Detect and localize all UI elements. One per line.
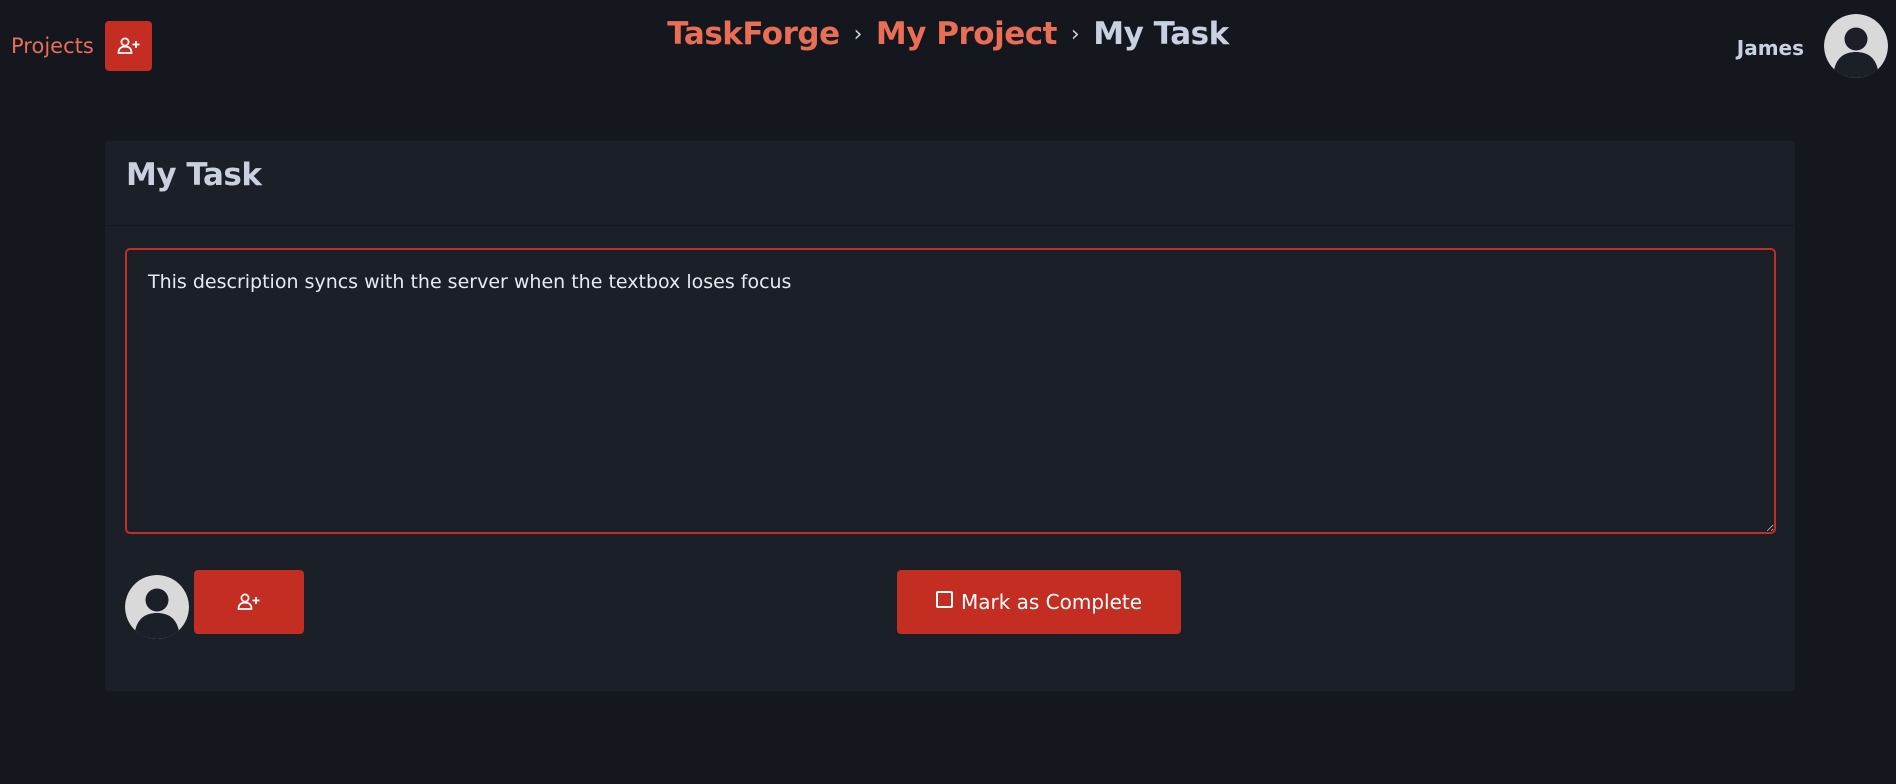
- user-plus-icon: [237, 593, 260, 610]
- breadcrumb-separator: ›: [853, 21, 863, 47]
- checkbox-empty-icon: [935, 590, 953, 608]
- user-avatar-icon: [125, 575, 189, 639]
- breadcrumb: TaskForge › My Project › My Task: [0, 16, 1896, 52]
- task-title: My Task: [126, 157, 262, 193]
- breadcrumb-project-link[interactable]: My Project: [876, 16, 1058, 52]
- task-card: My Task This description syncs with the …: [105, 141, 1795, 691]
- mark-complete-button[interactable]: Mark as Complete: [897, 570, 1181, 634]
- user-avatar[interactable]: [1824, 14, 1888, 78]
- breadcrumb-separator: ›: [1070, 21, 1080, 47]
- breadcrumb-current-task: My Task: [1093, 16, 1229, 52]
- top-navbar: Projects TaskForge › My Project › My Tas…: [0, 0, 1896, 96]
- user-name: James: [1736, 36, 1804, 60]
- task-description-input[interactable]: This description syncs with the server w…: [125, 248, 1776, 534]
- task-card-header: My Task: [105, 141, 1795, 226]
- assignee-avatar: [125, 575, 189, 639]
- user-avatar-icon: [1824, 14, 1888, 78]
- breadcrumb-app-link[interactable]: TaskForge: [667, 16, 840, 52]
- assign-user-button[interactable]: [194, 570, 304, 634]
- mark-complete-label: Mark as Complete: [960, 590, 1143, 614]
